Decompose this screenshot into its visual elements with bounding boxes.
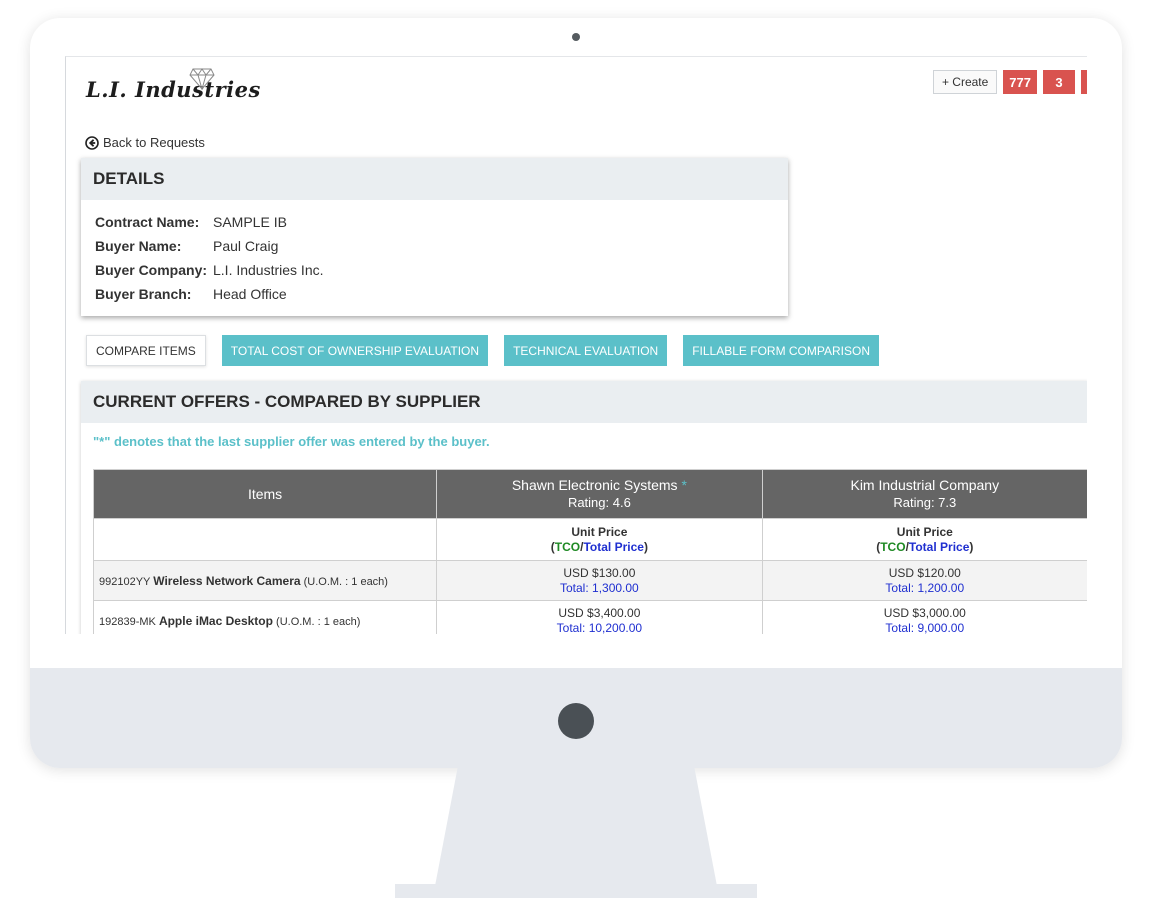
back-to-requests-link[interactable]: Back to Requests xyxy=(85,135,205,150)
detail-row-buyer-company: Buyer Company: L.I. Industries Inc. xyxy=(95,258,774,282)
monitor-stand xyxy=(435,768,717,886)
empty-cell xyxy=(92,518,438,561)
company-logo: L.I. Industries xyxy=(86,77,261,102)
notification-badge-primary[interactable]: 777 xyxy=(1003,70,1037,94)
total-price-link[interactable]: Total: 1,200.00 xyxy=(763,581,1087,596)
tab-technical-evaluation[interactable]: TECHNICAL EVALUATION xyxy=(504,335,668,366)
detail-value: Head Office xyxy=(213,286,287,302)
tab-total-cost-of-ownership[interactable]: TOTAL COST OF OWNERSHIP EVALUATION xyxy=(221,335,489,366)
unit-price: USD $3,400.00 xyxy=(558,605,641,620)
item-uom: (U.O.M. : 1 each) xyxy=(276,615,361,628)
supplier-name: Kim Industrial Company xyxy=(850,477,1000,493)
unit-price: USD $130.00 xyxy=(563,565,636,580)
unit-price-header: Unit Price (TCO/Total Price) xyxy=(761,518,1087,561)
details-card: DETAILS Contract Name: SAMPLE IB Buyer N… xyxy=(81,158,788,316)
table-row: 992102YY Wireless Network Camera (U.O.M.… xyxy=(92,560,1087,601)
items-column-header: Items xyxy=(92,469,438,519)
detail-label: Contract Name: xyxy=(95,214,200,230)
tco-label: TCO xyxy=(880,539,906,554)
item-code: 192839-MK xyxy=(99,615,156,628)
item-code: 992102YY xyxy=(99,575,151,588)
buyer-entered-star: * xyxy=(681,477,687,493)
detail-row-contract: Contract Name: SAMPLE IB xyxy=(95,210,774,234)
price-cell: USD $3,000.00 Total: 9,000.00 xyxy=(761,600,1087,635)
supplier-rating: Rating: 7.3 xyxy=(893,495,957,510)
item-name: Apple iMac Desktop xyxy=(158,613,273,628)
monitor-stand-base xyxy=(395,884,757,898)
detail-label: Buyer Company: xyxy=(95,262,208,278)
details-title: DETAILS xyxy=(81,158,788,200)
total-price-link[interactable]: Total: 1,300.00 xyxy=(437,581,761,596)
monitor-chin xyxy=(30,668,1122,768)
detail-value: Paul Craig xyxy=(213,238,279,254)
tab-fillable-form-comparison[interactable]: FILLABLE FORM COMPARISON xyxy=(683,335,880,366)
evaluation-tabs: COMPARE ITEMS TOTAL COST OF OWNERSHIP EV… xyxy=(86,335,880,366)
detail-label: Buyer Branch: xyxy=(95,286,192,302)
stage: L.I. Industries + Create 777 3 Back to R… xyxy=(0,0,1152,898)
offers-comparison-table: Items Shawn Electronic Systems * Rating:… xyxy=(92,469,1087,635)
detail-value: SAMPLE IB xyxy=(213,214,287,230)
price-cell: USD $130.00 Total: 1,300.00 xyxy=(436,560,763,601)
item-cell: 992102YY Wireless Network Camera (U.O.M.… xyxy=(92,560,438,601)
total-price-label: Total Price xyxy=(583,539,644,554)
supplier-name: Shawn Electronic Systems * xyxy=(511,477,687,493)
price-cell: USD $120.00 Total: 1,200.00 xyxy=(761,560,1087,601)
detail-label: Buyer Name: xyxy=(95,238,182,254)
unit-price: USD $3,000.00 xyxy=(883,605,966,620)
create-button[interactable]: + Create xyxy=(932,70,998,94)
price-label-row: Unit Price (TCO/Total Price) Unit Price … xyxy=(92,518,1087,561)
item-cell: 192839-MK Apple iMac Desktop (U.O.M. : 1… xyxy=(92,600,438,634)
current-offers-panel: CURRENT OFFERS - COMPARED BY SUPPLIER "*… xyxy=(81,381,1087,634)
offers-title: CURRENT OFFERS - COMPARED BY SUPPLIER xyxy=(81,381,1087,423)
tab-compare-items[interactable]: COMPARE ITEMS xyxy=(86,335,206,366)
table-header-row: Items Shawn Electronic Systems * Rating:… xyxy=(92,469,1087,519)
total-price-label: Total Price xyxy=(908,539,970,554)
tco-label: TCO xyxy=(554,539,581,554)
notification-badge-cropped[interactable] xyxy=(1081,70,1087,94)
notification-badge-secondary[interactable]: 3 xyxy=(1043,70,1075,94)
monitor-frame: L.I. Industries + Create 777 3 Back to R… xyxy=(30,18,1122,768)
detail-row-buyer-branch: Buyer Branch: Head Office xyxy=(95,282,774,306)
camera-dot xyxy=(572,33,580,41)
item-name: Wireless Network Camera xyxy=(153,573,301,588)
detail-value: L.I. Industries Inc. xyxy=(213,262,324,278)
supplier-column-header[interactable]: Kim Industrial Company Rating: 7.3 xyxy=(761,469,1087,519)
arrow-left-circle-icon xyxy=(85,135,99,150)
total-price-link[interactable]: Total: 10,200.00 xyxy=(437,621,761,635)
buyer-entry-note: "*" denotes that the last supplier offer… xyxy=(93,434,490,449)
details-body: Contract Name: SAMPLE IB Buyer Name: Pau… xyxy=(81,200,788,316)
back-link-label: Back to Requests xyxy=(103,135,205,150)
diamond-icon xyxy=(189,68,215,90)
price-cell: USD $3,400.00 Total: 10,200.00 xyxy=(436,600,763,635)
item-uom: (U.O.M. : 1 each) xyxy=(303,575,388,588)
top-toolbar: + Create 777 3 xyxy=(932,70,1087,94)
screen: L.I. Industries + Create 777 3 Back to R… xyxy=(65,56,1087,634)
unit-price: USD $120.00 xyxy=(888,565,961,580)
supplier-column-header[interactable]: Shawn Electronic Systems * Rating: 4.6 xyxy=(436,469,763,519)
unit-price-header: Unit Price (TCO/Total Price) xyxy=(436,518,763,561)
supplier-rating: Rating: 4.6 xyxy=(567,495,631,510)
power-button-icon xyxy=(558,703,594,739)
total-price-link[interactable]: Total: 9,000.00 xyxy=(763,621,1087,635)
table-row: 192839-MK Apple iMac Desktop (U.O.M. : 1… xyxy=(92,600,1087,635)
detail-row-buyer-name: Buyer Name: Paul Craig xyxy=(95,234,774,258)
